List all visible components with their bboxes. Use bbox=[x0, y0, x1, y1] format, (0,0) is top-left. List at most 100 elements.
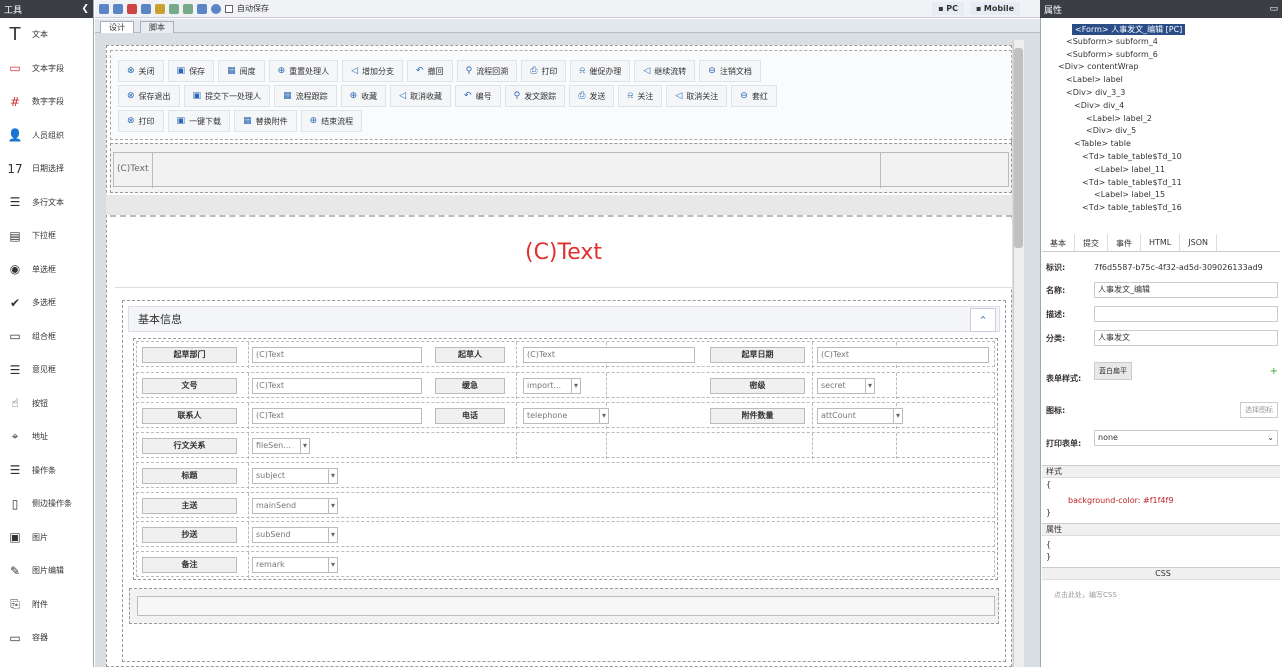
buttons-row2-btn[interactable]: ⚲ 发文跟踪 bbox=[504, 85, 566, 107]
tree-node[interactable]: <Label> label_2 bbox=[1086, 114, 1152, 123]
prop-desc-input[interactable] bbox=[1094, 306, 1278, 322]
field-input[interactable]: (C)Text bbox=[252, 378, 422, 394]
prop-print-select[interactable]: none ⌄ bbox=[1094, 430, 1278, 446]
tree-node[interactable]: <Td> table_table$Td_16 bbox=[1082, 203, 1182, 212]
style-css-text[interactable]: background-color: #f1f4f9 bbox=[1068, 496, 1173, 505]
tool-item[interactable]: ☰ 操作条 bbox=[0, 454, 93, 488]
tree-node[interactable]: <Div> div_4 bbox=[1074, 101, 1124, 110]
tab-design[interactable]: 设计 bbox=[100, 21, 134, 33]
field-input[interactable]: subSend bbox=[252, 527, 338, 543]
field-input[interactable]: import... bbox=[523, 378, 581, 394]
field-input[interactable]: mainSend bbox=[252, 498, 338, 514]
tool-item[interactable]: ▣ 图片 bbox=[0, 521, 93, 555]
buttons-row1-btn[interactable]: ◁ 增加分支 bbox=[342, 60, 404, 82]
buttons-row2-btn[interactable]: ⎙ 发送 bbox=[569, 85, 615, 107]
field-input[interactable]: subject bbox=[252, 468, 338, 484]
view-icon[interactable] bbox=[197, 3, 207, 14]
buttons-row3-btn[interactable]: ⊕ 结束流程 bbox=[300, 110, 363, 132]
buttons-row1-btn[interactable]: ⎙ 打印 bbox=[521, 60, 567, 82]
buttons-row1-btn[interactable]: ⊕ 重置处理人 bbox=[268, 60, 339, 82]
field-input[interactable]: (C)Text bbox=[252, 408, 422, 424]
tab-script[interactable]: 脚本 bbox=[140, 21, 174, 33]
tool-item[interactable]: ◉ 单选框 bbox=[0, 253, 93, 287]
brush-icon[interactable] bbox=[155, 3, 165, 14]
collapse-left-icon[interactable]: ❮ bbox=[81, 4, 89, 14]
autosave-checkbox[interactable] bbox=[225, 4, 233, 13]
prop-style-select[interactable]: 蓝白扁平 bbox=[1094, 362, 1132, 380]
pc-mode-button[interactable]: ▪ PC bbox=[932, 2, 964, 15]
buttons-row3-btn[interactable]: ▦ 替换附件 bbox=[234, 110, 297, 132]
tool-item[interactable]: ☝ 按钮 bbox=[0, 387, 93, 421]
tool-item[interactable]: ✎ 图片编辑 bbox=[0, 554, 93, 588]
buttons-row1-btn[interactable]: ⚲ 流程回溯 bbox=[456, 60, 518, 82]
prop-tab[interactable]: JSON bbox=[1180, 234, 1217, 251]
tree-node[interactable]: <Form> 人事发文_编辑 [PC] bbox=[1072, 24, 1186, 35]
buttons-row1-btn[interactable]: ▦ 阅度 bbox=[218, 60, 265, 82]
buttons-row1-btn[interactable]: ▣ 保存 bbox=[167, 60, 215, 82]
choose-icon-button[interactable]: 选择图标 bbox=[1240, 402, 1278, 418]
tool-item[interactable]: ▭ 容器 bbox=[0, 621, 93, 655]
tool-item[interactable]: 👤 人员组织 bbox=[0, 119, 93, 153]
buttons-row2-btn[interactable]: ◁ 取消收藏 bbox=[390, 85, 452, 107]
scrollbar-thumb[interactable] bbox=[1014, 48, 1023, 248]
prop-category-input[interactable]: 人事发文 bbox=[1094, 330, 1278, 346]
field-input[interactable]: (C)Text bbox=[252, 347, 422, 363]
tree-node[interactable]: <Subform> subform_4 bbox=[1066, 37, 1158, 46]
prop-tab[interactable]: 提交 bbox=[1075, 234, 1108, 251]
tree-node[interactable]: <Td> table_table$Td_10 bbox=[1082, 152, 1182, 161]
tree-node[interactable]: <Table> table bbox=[1074, 139, 1131, 148]
buttons-row2-btn[interactable]: ▣ 提交下一处理人 bbox=[183, 85, 271, 107]
field-input[interactable]: (C)Text bbox=[523, 347, 695, 363]
tool-item[interactable]: # 数字字段 bbox=[0, 85, 93, 119]
field-input[interactable]: (C)Text bbox=[817, 347, 989, 363]
buttons-row2-btn[interactable]: ⊕ 收藏 bbox=[340, 85, 387, 107]
buttons-row1-btn[interactable]: ⊗ 关闭 bbox=[118, 60, 164, 82]
field-input[interactable]: secret bbox=[817, 378, 875, 394]
tree-node[interactable]: <Label> label_11 bbox=[1094, 165, 1165, 174]
buttons-row2-btn[interactable]: ↶ 编号 bbox=[455, 85, 501, 107]
attr-section-bar[interactable]: 属性 bbox=[1042, 523, 1280, 536]
tool-item[interactable]: ▭ 组合框 bbox=[0, 320, 93, 354]
tree-node[interactable]: <Div> div_5 bbox=[1086, 126, 1136, 135]
prop-tab[interactable]: 事件 bbox=[1108, 234, 1141, 251]
redo-icon[interactable] bbox=[183, 3, 193, 14]
buttons-row3-btn[interactable]: ▣ 一键下载 bbox=[167, 110, 231, 132]
add-style-icon[interactable]: + bbox=[1270, 366, 1278, 377]
tool-item[interactable]: ▭ 文本字段 bbox=[0, 52, 93, 86]
field-input[interactable]: attCount bbox=[817, 408, 903, 424]
save-as-icon[interactable] bbox=[113, 3, 123, 14]
buttons-row3-btn[interactable]: ⊗ 打印 bbox=[118, 110, 164, 132]
buttons-row1-btn[interactable]: ◁ 继续流转 bbox=[634, 60, 696, 82]
tool-item[interactable]: ▯ 侧边操作条 bbox=[0, 487, 93, 521]
buttons-row1-btn[interactable]: ↶ 撤回 bbox=[407, 60, 453, 82]
tree-node[interactable]: <Label> label bbox=[1066, 75, 1123, 84]
tool-item[interactable]: ⌖ 地址 bbox=[0, 420, 93, 454]
save-icon[interactable] bbox=[99, 3, 109, 14]
buttons-row1-btn[interactable]: ⍾ 催促办理 bbox=[570, 60, 631, 82]
collapse-chevron-up-icon[interactable]: ⌃ bbox=[970, 308, 996, 332]
tool-item[interactable]: ⎘ 附件 bbox=[0, 588, 93, 622]
print-icon[interactable] bbox=[141, 3, 151, 14]
tool-item[interactable]: ▤ 下拉框 bbox=[0, 219, 93, 253]
buttons-row1-btn[interactable]: ⊖ 注销文档 bbox=[699, 60, 761, 82]
buttons-row2-btn[interactable]: ▦ 流程跟踪 bbox=[274, 85, 337, 107]
form-title[interactable]: (C)Text bbox=[115, 240, 1012, 265]
tree-node[interactable]: <Div> contentWrap bbox=[1058, 62, 1139, 71]
tool-item[interactable]: ☰ 多行文本 bbox=[0, 186, 93, 220]
css-hint[interactable]: 点击此处，编写CSS bbox=[1054, 590, 1117, 600]
tool-item[interactable]: ☰ 意见框 bbox=[0, 353, 93, 387]
prop-tab[interactable]: 基本 bbox=[1042, 234, 1075, 251]
tree-node[interactable]: <Div> div_3_3 bbox=[1066, 88, 1125, 97]
buttons-row2-btn[interactable]: ⍾ 关注 bbox=[618, 85, 663, 107]
buttons-row2-btn[interactable]: ◁ 取消关注 bbox=[666, 85, 728, 107]
field-input[interactable]: telephone bbox=[523, 408, 609, 424]
mobile-mode-button[interactable]: ▪ Mobile bbox=[969, 2, 1020, 15]
css-section-bar[interactable]: CSS bbox=[1042, 567, 1280, 580]
buttons-row2-btn[interactable]: ⊖ 套红 bbox=[731, 85, 777, 107]
maximize-icon[interactable]: ▭ bbox=[1269, 4, 1278, 14]
tree-node[interactable]: <Subform> subform_6 bbox=[1066, 50, 1158, 59]
subform-text-bar[interactable]: (C)Text bbox=[113, 152, 1009, 188]
tree-node[interactable]: <Td> table_table$Td_11 bbox=[1082, 178, 1182, 187]
tool-item[interactable]: T 文本 bbox=[0, 18, 93, 52]
tool-item[interactable]: 17 日期选择 bbox=[0, 152, 93, 186]
